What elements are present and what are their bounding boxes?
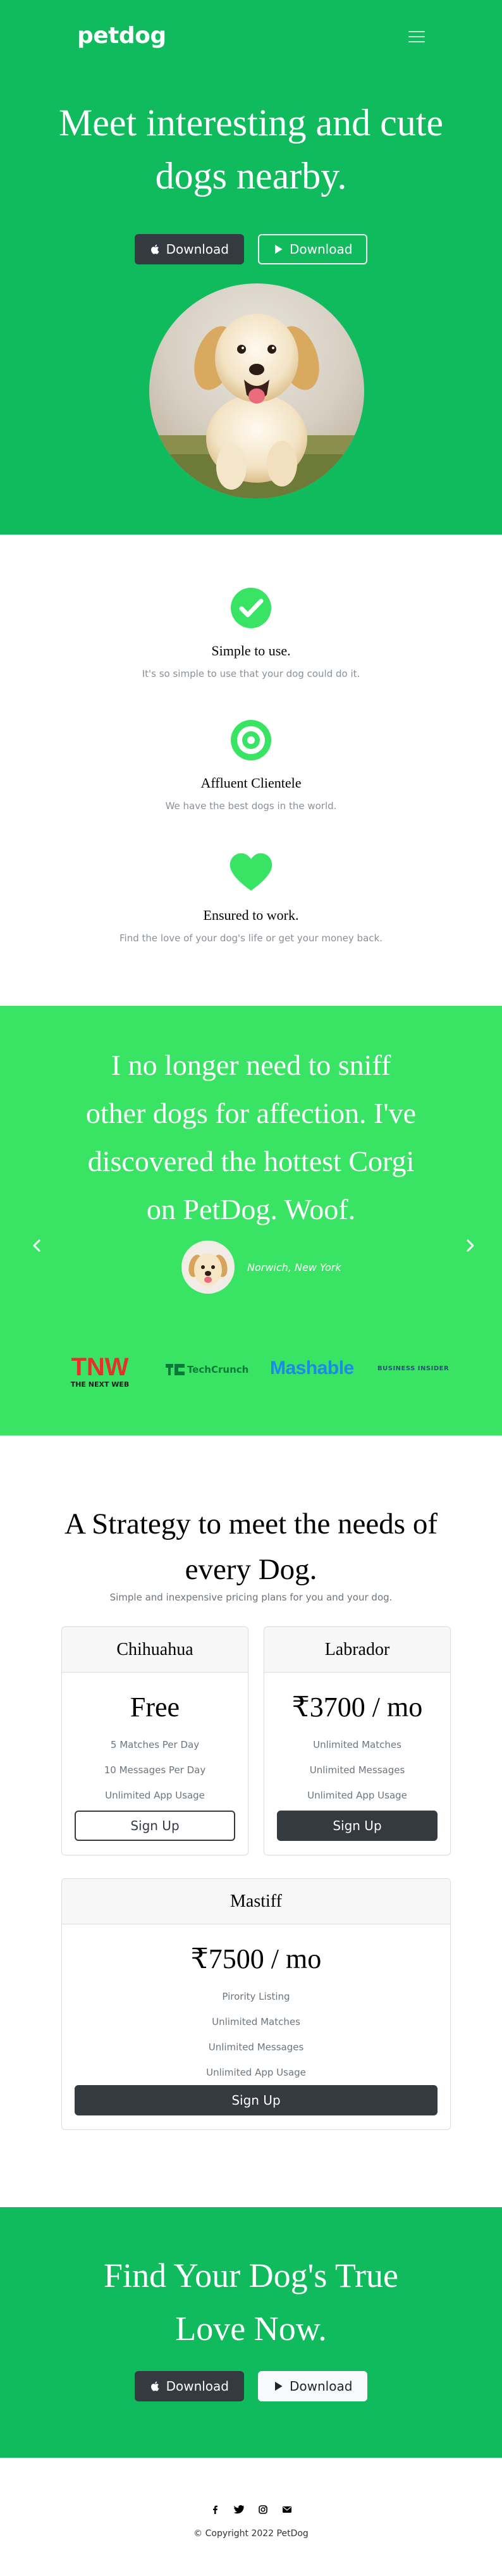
- navbar: petdog: [0, 0, 502, 76]
- plan-features: 5 Matches Per Day 10 Messages Per Day Un…: [62, 1732, 248, 1808]
- facebook-icon[interactable]: [210, 2505, 220, 2515]
- apple-download-button[interactable]: Download: [134, 234, 244, 264]
- plan-feature: Pirority Listing: [222, 1991, 290, 2002]
- pricing-title: A Strategy to meet the needs of every Do…: [0, 1501, 502, 1592]
- carousel-prev-icon[interactable]: [28, 1237, 46, 1254]
- hero-title: Meet interesting and cute dogs nearby.: [0, 96, 502, 202]
- techcrunch-logo-text: TechCrunch: [187, 1364, 249, 1375]
- copyright-text: © Copyright 2022 PetDog: [193, 2529, 309, 2539]
- feature-simple: Simple to use. It's so simple to use tha…: [0, 586, 502, 679]
- mashable-logo: Mashable: [270, 1358, 354, 1378]
- feature-title: Affluent Clientele: [200, 775, 302, 791]
- google-play-download-label: Download: [290, 2379, 353, 2394]
- twitter-icon[interactable]: [234, 2505, 244, 2515]
- plan-feature: Unlimited Matches: [212, 2016, 300, 2028]
- feature-title: Ensured to work.: [203, 907, 299, 923]
- sign-up-button[interactable]: Sign Up: [75, 2085, 438, 2115]
- hero-title-line: dogs nearby.: [155, 155, 347, 197]
- cta-title-line: Love Now.: [175, 2310, 327, 2348]
- google-play-download-button[interactable]: Download: [258, 234, 368, 264]
- plan-features: Pirority Listing Unlimited Matches Unlim…: [62, 1984, 450, 2085]
- cta-title: Find Your Dog's True Love Now.: [0, 2249, 502, 2355]
- apple-icon: [150, 244, 159, 254]
- plan-name: Labrador: [264, 1627, 450, 1673]
- plan-name: Mastiff: [62, 1879, 450, 1924]
- google-play-download-label: Download: [290, 242, 353, 257]
- plan-feature: Unlimited Matches: [313, 1739, 401, 1750]
- press-logos: TNW THE NEXT WEB TechCrunch Mashable BUS…: [0, 1353, 502, 1397]
- feature-clientele: Affluent Clientele We have the best dogs…: [0, 718, 502, 812]
- instagram-icon[interactable]: [258, 2505, 268, 2515]
- puppy-image: [149, 283, 364, 498]
- envelope-icon[interactable]: [282, 2505, 292, 2515]
- quote-line: discovered the hottest Corgi: [87, 1145, 415, 1177]
- pricing-title-line: every Dog.: [185, 1553, 317, 1586]
- tnw-logo-text: TNW: [71, 1353, 128, 1381]
- testimonial-quote: I no longer need to sniff other dogs for…: [0, 1041, 502, 1234]
- quote-line: other dogs for affection. I've: [85, 1097, 417, 1129]
- sign-up-button[interactable]: Sign Up: [75, 1811, 235, 1841]
- play-icon: [275, 244, 283, 254]
- plan-price: ₹3700 / mo: [291, 1692, 423, 1723]
- hero-title-line: Meet interesting and cute: [58, 102, 444, 144]
- sign-up-button[interactable]: Sign Up: [277, 1811, 438, 1841]
- heart-icon: [230, 853, 272, 891]
- feature-text: Find the love of your dog's life or get …: [119, 932, 383, 944]
- plan-features: Unlimited Matches Unlimited Messages Unl…: [264, 1732, 450, 1808]
- cta-download-buttons: Download Download: [0, 2371, 502, 2401]
- avatar: [181, 1241, 235, 1294]
- pricing-section: A Strategy to meet the needs of every Do…: [0, 1435, 502, 2207]
- apple-download-button[interactable]: Download: [134, 2371, 244, 2401]
- business-insider-logo: BUSINESS INSIDER: [377, 1365, 450, 1372]
- plan-feature: 10 Messages Per Day: [104, 1764, 206, 1776]
- feature-text: We have the best dogs in the world.: [165, 800, 337, 812]
- feature-text: It's so simple to use that your dog coul…: [142, 668, 360, 679]
- google-play-download-button[interactable]: Download: [258, 2371, 368, 2401]
- feature-guarantee: Ensured to work. Find the love of your d…: [0, 850, 502, 944]
- tnw-logo-subtext: THE NEXT WEB: [71, 1380, 130, 1389]
- footer: © Copyright 2022 PetDog: [0, 2458, 502, 2576]
- pricing-card-labrador: Labrador ₹3700 / mo Unlimited Matches Un…: [264, 1626, 451, 1855]
- author-location: Norwich, New York: [247, 1261, 341, 1273]
- testimonial-section: I no longer need to sniff other dogs for…: [0, 1006, 502, 1435]
- plan-feature: Unlimited App Usage: [307, 1790, 407, 1801]
- pricing-card-mastiff: Mastiff ₹7500 / mo Pirority Listing Unli…: [61, 1878, 451, 2130]
- check-circle-icon: [231, 588, 271, 628]
- hamburger-icon[interactable]: [398, 23, 435, 51]
- hero-section: petdog Meet interesting and cute dogs ne…: [0, 0, 502, 535]
- apple-download-label: Download: [166, 242, 229, 257]
- plan-feature: Unlimited App Usage: [105, 1790, 205, 1801]
- plan-price: ₹7500 / mo: [190, 1943, 322, 1974]
- social-links: [0, 2505, 502, 2515]
- pricing-title-line: A Strategy to meet the needs of: [64, 1508, 438, 1540]
- plan-feature: Unlimited Messages: [208, 2041, 304, 2053]
- cta-title-line: Find Your Dog's True: [104, 2257, 398, 2294]
- pricing-subtitle: Simple and inexpensive pricing plans for…: [109, 1592, 393, 1603]
- tnw-logo: TNW THE NEXT WEB: [71, 1353, 130, 1389]
- carousel-next-icon[interactable]: [462, 1237, 479, 1254]
- testimonial-author: Norwich, New York: [181, 1241, 341, 1294]
- plan-price: Free: [130, 1692, 180, 1723]
- features-section: Simple to use. It's so simple to use tha…: [0, 535, 502, 1006]
- play-icon: [275, 2381, 283, 2391]
- plan-feature: Unlimited Messages: [309, 1764, 405, 1776]
- feature-title: Simple to use.: [211, 643, 291, 659]
- plan-feature: 5 Matches Per Day: [110, 1739, 200, 1750]
- plan-name: Chihuahua: [62, 1627, 248, 1673]
- techcrunch-logo: TechCrunch: [166, 1364, 248, 1375]
- cta-section: Find Your Dog's True Love Now. Download …: [0, 2207, 502, 2458]
- quote-line: I no longer need to sniff: [111, 1049, 391, 1081]
- plan-feature: Unlimited App Usage: [206, 2067, 306, 2078]
- quote-line: on PetDog. Woof.: [146, 1193, 356, 1225]
- brand-logo[interactable]: petdog: [77, 23, 166, 49]
- bullseye-icon: [231, 720, 271, 760]
- hero-download-buttons: Download Download: [0, 234, 502, 264]
- pricing-card-chihuahua: Chihuahua Free 5 Matches Per Day 10 Mess…: [61, 1626, 248, 1855]
- apple-icon: [150, 2381, 159, 2391]
- apple-download-label: Download: [166, 2379, 229, 2394]
